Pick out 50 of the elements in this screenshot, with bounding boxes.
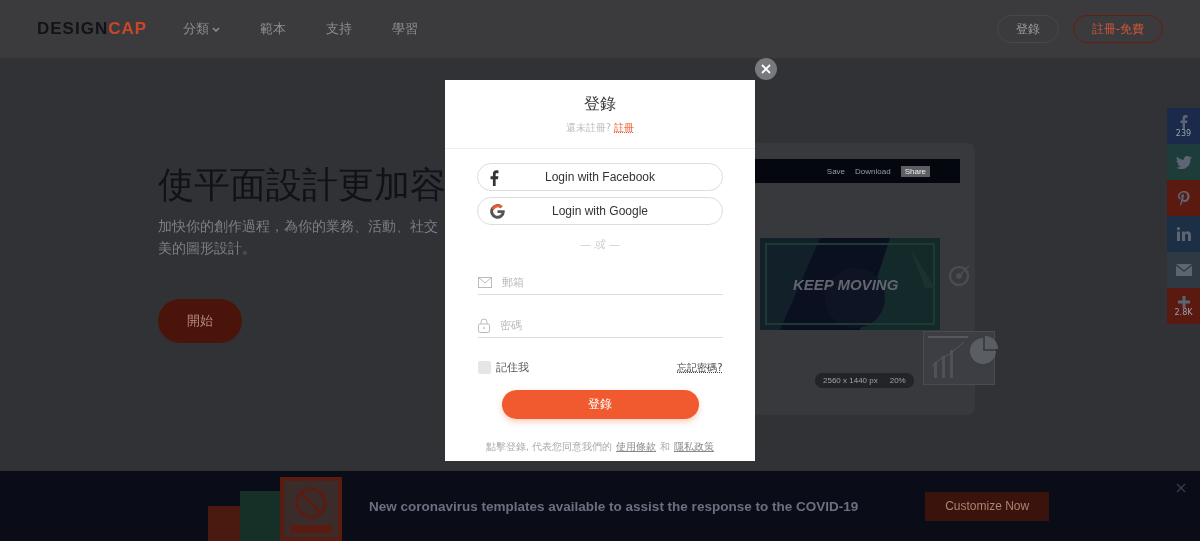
envelope-icon [477,276,492,288]
toolbar-item: Download [855,166,891,176]
banner-message: New coronavirus templates available to assist the response to the COVID-19 [369,498,859,514]
toolbar-item: Save [826,166,846,176]
facebook-icon [1179,114,1188,129]
privacy-link[interactable]: 隱私政策 [674,441,714,454]
google-icon [490,204,505,219]
forgot-password-link[interactable]: 忘記密碼? [677,360,723,375]
terms-link[interactable]: 使用條款 [616,441,656,454]
padlock-icon [477,317,490,333]
close-button[interactable] [755,58,777,80]
share-button[interactable] [1167,252,1200,288]
nav-link[interactable]: 學習 [392,20,419,38]
nav-link[interactable]: 分類 [183,20,221,38]
input-field[interactable]: 郵箱 [499,274,704,290]
twitter-bird-icon [1175,155,1192,169]
design-headline: KEEP MOVING [793,276,899,293]
share-button[interactable] [1167,144,1200,180]
envelope-icon [1175,264,1192,276]
input-field[interactable]: 密碼 [497,317,702,333]
share-button[interactable]: 239 [1167,108,1200,144]
nav-link[interactable]: 支持 [326,20,353,38]
start-button[interactable]: 開始 [158,299,242,343]
share-button[interactable]: 2.8K [1167,288,1200,324]
pinterest-icon [1177,190,1190,206]
social-login-button[interactable]: Login with Facebook [477,163,723,191]
pie-chart-icon [970,336,998,364]
facebook-icon [490,170,499,186]
submit-button[interactable]: 登錄 [501,390,699,419]
dialog-title: 登錄 [584,94,616,115]
zoom-level: 20% [889,376,906,385]
hero-subtitle: 加快你的創作過程，為你的業務、活動、社交 美的圖形設計。 [158,217,439,258]
share-button[interactable] [1167,180,1200,216]
share-button[interactable] [1167,216,1200,252]
terms-joiner: 和 [660,441,670,454]
social-login-button[interactable]: Login with Google [477,197,723,225]
customize-button[interactable]: Customize Now [925,491,1050,521]
toolbar-item: Share [900,165,930,177]
terms-text: 點擊登錄, 代表您同意我們的 [485,441,612,454]
share-count: 2.8K [1174,307,1193,317]
close-icon [761,64,771,74]
checkbox[interactable] [477,361,491,374]
nav-link[interactable]: 範本 [260,20,287,38]
share-count: 239 [1175,128,1192,138]
close-icon[interactable] [1176,483,1186,493]
plus-icon [1177,295,1190,308]
canvas-size: 2560 x 1440 px [823,376,878,385]
linkedin-icon [1176,227,1191,241]
signup-link[interactable]: 註冊 [614,121,635,135]
remember-label: 記住我 [495,360,529,375]
